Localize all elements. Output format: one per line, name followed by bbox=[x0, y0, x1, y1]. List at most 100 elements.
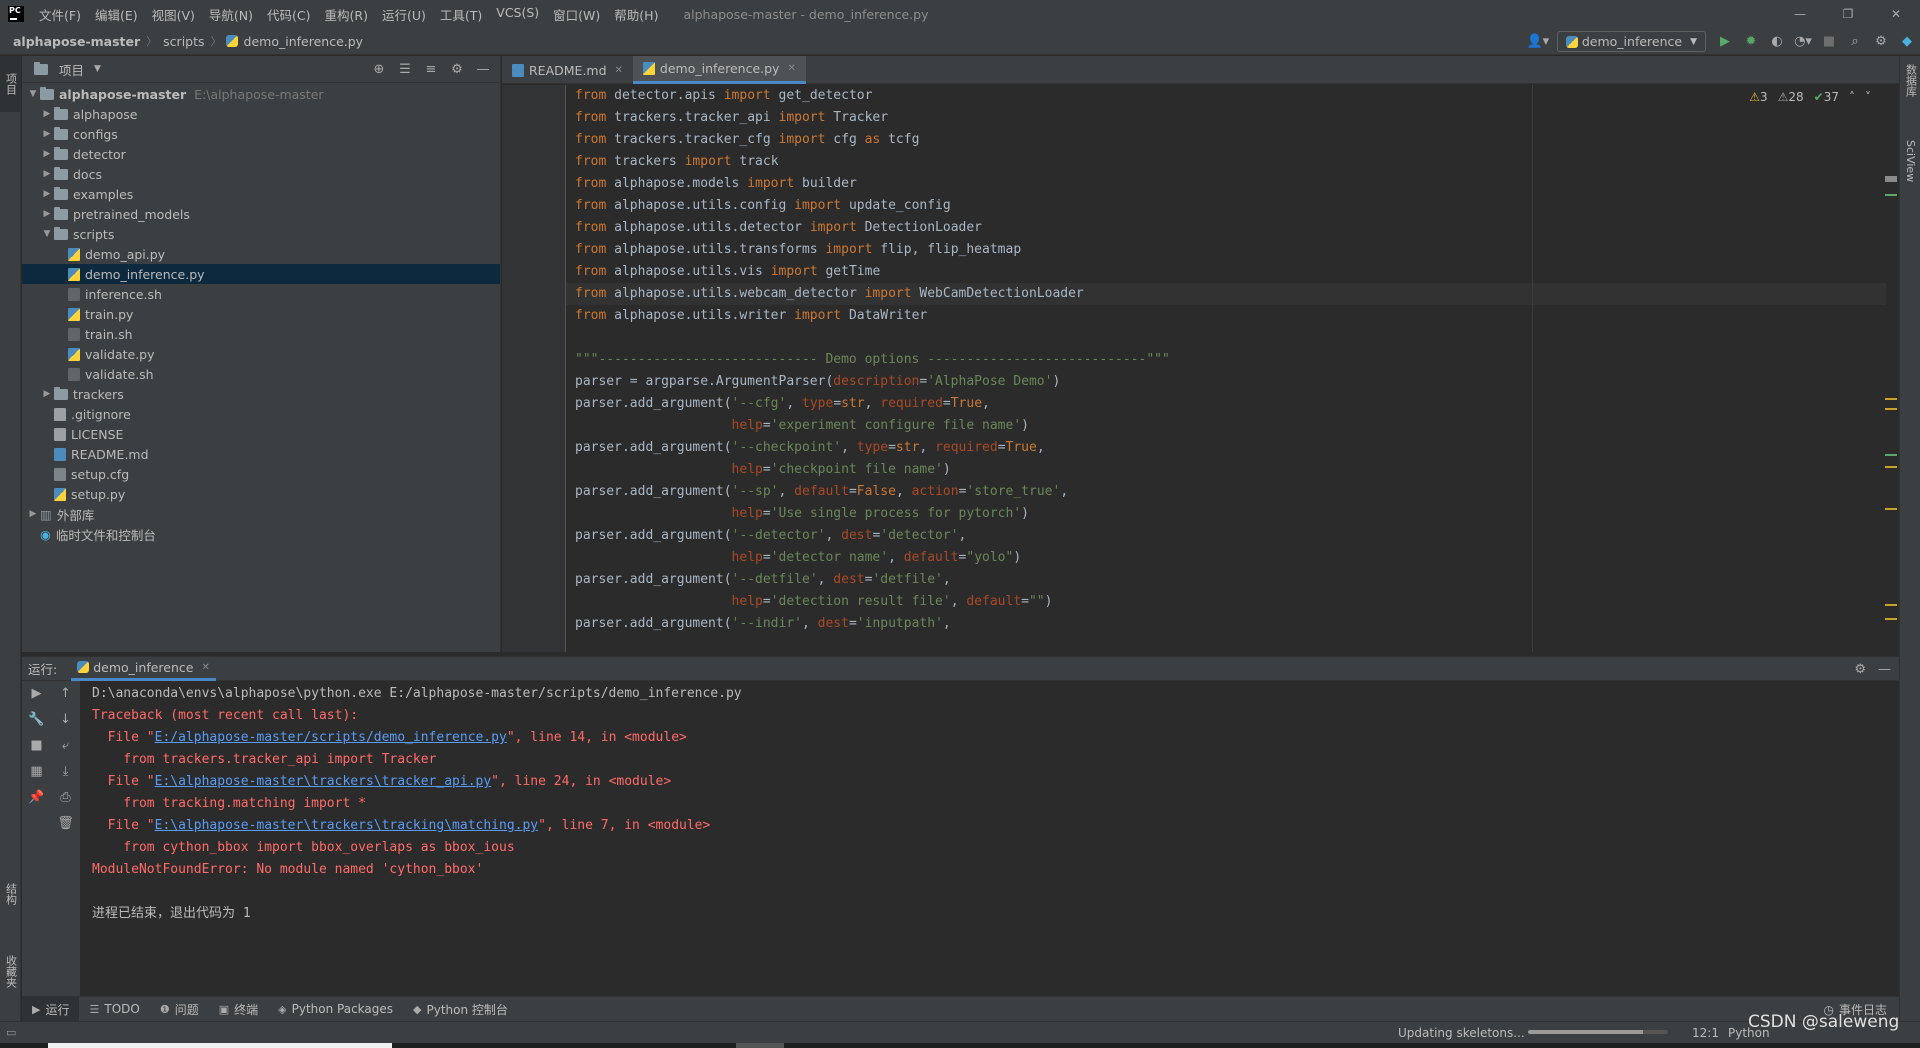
arrow-down-icon[interactable]: ↓ bbox=[60, 707, 71, 733]
menu-vcs[interactable]: VCS(S) bbox=[489, 5, 546, 24]
chevron-down-icon[interactable]: ▼ bbox=[26, 89, 40, 99]
locate-icon[interactable]: ⊕ bbox=[366, 62, 392, 77]
menu-edit[interactable]: 编辑(E) bbox=[88, 5, 145, 24]
soft-wrap-icon[interactable]: ⤶ bbox=[62, 733, 69, 759]
expand-all-icon[interactable]: ☰ bbox=[392, 62, 418, 77]
tool-window-button[interactable]: ❶ 问题 bbox=[150, 997, 209, 1022]
chevron-right-icon[interactable]: ▶ bbox=[40, 389, 54, 399]
debug-icon[interactable]: ✹ bbox=[1738, 28, 1764, 55]
menu-window[interactable]: 窗口(W) bbox=[546, 5, 607, 24]
code-line[interactable]: 15from trackers.tracker_cfg import cfg a… bbox=[566, 129, 1886, 151]
structure-tool-tab[interactable]: 结构 bbox=[0, 864, 21, 924]
chevron-down-icon[interactable]: ▼ bbox=[40, 229, 54, 239]
file-link[interactable]: E:/alphapose-master/scripts/demo_inferen… bbox=[155, 730, 507, 745]
search-icon[interactable]: ⌕ bbox=[1842, 28, 1868, 55]
chevron-down-icon[interactable]: ˅ bbox=[1865, 90, 1871, 104]
tree-file[interactable]: setup.py bbox=[22, 484, 500, 504]
database-tool-tab[interactable]: 数据库 bbox=[1900, 60, 1920, 124]
chevron-right-icon[interactable]: ▶ bbox=[40, 209, 54, 219]
code-line[interactable]: 28 help='experiment configure file name'… bbox=[566, 415, 1886, 437]
layout-icon[interactable]: ▦ bbox=[30, 759, 42, 785]
tab-readme[interactable]: README.md ✕ bbox=[502, 56, 633, 84]
breadcrumb-project[interactable]: alphapose-master bbox=[11, 34, 142, 49]
caret-position[interactable]: 12:1 bbox=[1692, 1026, 1719, 1040]
menu-view[interactable]: 视图(V) bbox=[145, 5, 202, 24]
inspection-widget[interactable]: ⚠3 ⚠28 ✔37 ˄ ˅ bbox=[1749, 90, 1871, 104]
tree-file[interactable]: LICENSE bbox=[22, 424, 500, 444]
menu-navigate[interactable]: 导航(N) bbox=[202, 5, 260, 24]
tree-file[interactable]: inference.sh bbox=[22, 284, 500, 304]
chevron-right-icon[interactable]: ▶ bbox=[40, 109, 54, 119]
tool-window-button[interactable]: ▣ 终端 bbox=[209, 997, 268, 1022]
gear-icon[interactable]: ⚙ bbox=[1854, 662, 1866, 677]
restore-icon[interactable]: ❐ bbox=[1824, 0, 1872, 28]
tree-scratches[interactable]: ◉ 临时文件和控制台 bbox=[22, 524, 500, 544]
tree-folder[interactable]: ▶ docs bbox=[22, 164, 500, 184]
code-line[interactable]: 14from trackers.tracker_api import Track… bbox=[566, 107, 1886, 129]
tree-file[interactable]: train.py bbox=[22, 304, 500, 324]
code-line[interactable]: 19from alphapose.utils.detector import D… bbox=[566, 217, 1886, 239]
code-line[interactable]: 18from alphapose.utils.config import upd… bbox=[566, 195, 1886, 217]
file-link[interactable]: E:\alphapose-master\trackers\tracker_api… bbox=[155, 774, 492, 789]
tree-folder[interactable]: ▶ pretrained_models bbox=[22, 204, 500, 224]
menu-run[interactable]: 运行(U) bbox=[375, 5, 433, 24]
profile-icon[interactable]: ◔▾ bbox=[1790, 28, 1816, 55]
close-icon[interactable]: ✕ bbox=[615, 65, 623, 76]
tree-file[interactable]: setup.cfg bbox=[22, 464, 500, 484]
run-tab[interactable]: demo_inference ✕ bbox=[71, 657, 216, 681]
menu-help[interactable]: 帮助(H) bbox=[607, 5, 665, 24]
code-line[interactable]: 26parser = argparse.ArgumentParser(descr… bbox=[566, 371, 1886, 393]
file-link[interactable]: E:\alphapose-master\trackers\tracking\ma… bbox=[155, 818, 539, 833]
project-tool-tab[interactable]: 项目 bbox=[0, 56, 21, 112]
menu-refactor[interactable]: 重构(R) bbox=[318, 5, 375, 24]
code-line[interactable]: 27parser.add_argument('--cfg', type=str,… bbox=[566, 393, 1886, 415]
coverage-icon[interactable]: ◐ bbox=[1764, 28, 1790, 55]
code-line[interactable]: 32 help='Use single process for pytorch'… bbox=[566, 503, 1886, 525]
tool-window-button[interactable]: ◈ Python Packages bbox=[268, 997, 403, 1022]
code-line[interactable]: 34 help='detector name', default="yolo") bbox=[566, 547, 1886, 569]
tree-file[interactable]: demo_api.py bbox=[22, 244, 500, 264]
console-output[interactable]: D:\anaconda\envs\alphapose\python.exe E:… bbox=[92, 683, 1892, 993]
code-line[interactable]: 30 help='checkpoint file name') bbox=[566, 459, 1886, 481]
tree-file[interactable]: train.sh bbox=[22, 324, 500, 344]
code-line[interactable]: 31parser.add_argument('--sp', default=Fa… bbox=[566, 481, 1886, 503]
code-line[interactable]: 22from alphapose.utils.webcam_detector i… bbox=[566, 283, 1886, 305]
layout-toggle-icon[interactable]: ▭ bbox=[6, 1026, 16, 1039]
tree-folder[interactable]: ▶ configs bbox=[22, 124, 500, 144]
run-config-selector[interactable]: demo_inference ▼ bbox=[1556, 31, 1706, 52]
bookmarks-tool-tab[interactable]: 收藏夹 bbox=[0, 936, 21, 1006]
error-stripe[interactable] bbox=[1885, 116, 1897, 646]
gear-icon[interactable]: ⚙ bbox=[444, 62, 470, 77]
code-area[interactable]: 13from detector.apis import get_detector… bbox=[566, 85, 1886, 652]
collapse-all-icon[interactable]: ≡ bbox=[418, 62, 444, 77]
tree-folder[interactable]: ▼ scripts bbox=[22, 224, 500, 244]
tree-folder[interactable]: ▶ alphapose bbox=[22, 104, 500, 124]
hide-icon[interactable]: — bbox=[470, 62, 496, 77]
print-icon[interactable]: ⎙ bbox=[60, 785, 70, 811]
code-line[interactable]: 24 bbox=[566, 327, 1886, 349]
user-icon[interactable]: 👤▾ bbox=[1525, 28, 1551, 55]
stop-icon[interactable]: ■ bbox=[30, 733, 42, 759]
trash-icon[interactable]: 🗑 bbox=[57, 811, 74, 837]
tree-file[interactable]: README.md bbox=[22, 444, 500, 464]
code-line[interactable]: 13from detector.apis import get_detector bbox=[566, 85, 1886, 107]
tree-file[interactable]: .gitignore bbox=[22, 404, 500, 424]
tool-window-button[interactable]: ◆ Python 控制台 bbox=[403, 997, 518, 1022]
code-line[interactable]: 37parser.add_argument('--indir', dest='i… bbox=[566, 613, 1886, 635]
chevron-right-icon[interactable]: ▶ bbox=[40, 189, 54, 199]
background-task-text[interactable]: Updating skeletons... bbox=[1398, 1026, 1525, 1040]
tree-folder[interactable]: ▶ examples bbox=[22, 184, 500, 204]
code-line[interactable]: 21from alphapose.utils.vis import getTim… bbox=[566, 261, 1886, 283]
menu-code[interactable]: 代码(C) bbox=[260, 5, 317, 24]
project-panel-title[interactable]: 项目 bbox=[59, 60, 84, 79]
code-line[interactable]: 20from alphapose.utils.transforms import… bbox=[566, 239, 1886, 261]
chevron-down-icon[interactable]: ▼ bbox=[94, 64, 101, 74]
tree-file[interactable]: validate.sh bbox=[22, 364, 500, 384]
menu-tools[interactable]: 工具(T) bbox=[433, 5, 489, 24]
code-line[interactable]: 17from alphapose.models import builder bbox=[566, 173, 1886, 195]
tab-demo-inference[interactable]: demo_inference.py ✕ bbox=[632, 56, 806, 84]
scroll-thumb[interactable] bbox=[1885, 176, 1897, 182]
wrench-icon[interactable]: 🔧 bbox=[28, 707, 44, 733]
run-icon[interactable]: ▶ bbox=[1712, 28, 1738, 55]
breadcrumb-file[interactable]: demo_inference.py bbox=[242, 34, 366, 49]
